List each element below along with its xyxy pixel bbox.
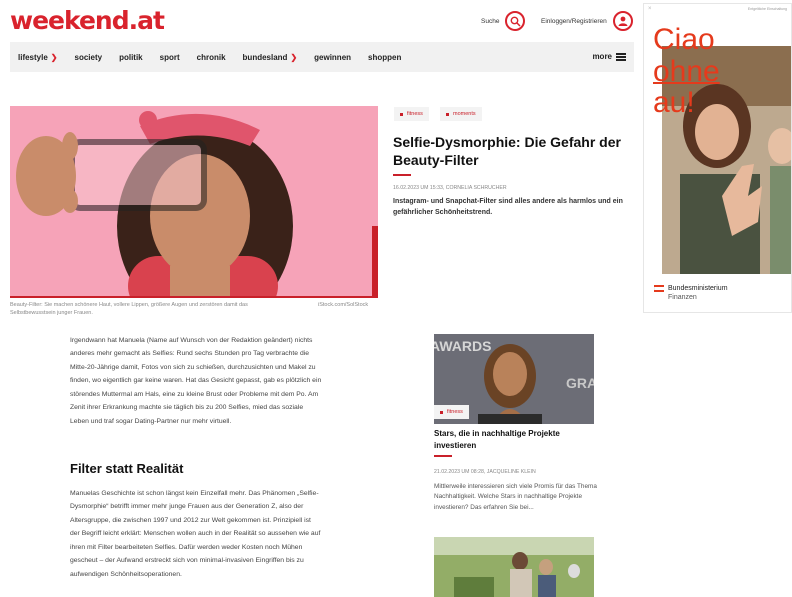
menu-icon: [616, 52, 626, 62]
related-tag-fitness[interactable]: fitness: [434, 405, 469, 419]
nav-item-bundesland[interactable]: bundesland ❯: [243, 53, 298, 62]
article-paragraph-1: Irgendwann hat Manuela (Name auf Wunsch …: [70, 337, 322, 425]
login-button[interactable]: Einloggen/Registrieren: [541, 11, 633, 31]
gra-backdrop-text: GRA: [566, 375, 594, 391]
nav-more-button[interactable]: more: [592, 52, 626, 62]
nav-item-sport[interactable]: sport: [160, 53, 180, 62]
hero-accent-bar: [372, 226, 378, 296]
tag-bullet: [400, 112, 403, 116]
search-label: Suche: [481, 17, 500, 25]
article-subheading: Filter statt Realität: [70, 461, 184, 476]
site-logo[interactable]: weekend.at: [10, 6, 165, 35]
related-image-2-illustration: [434, 537, 594, 597]
ad-ministry-name: Bundesministerium: [668, 285, 728, 292]
nav-label: gewinnen: [314, 52, 352, 62]
ad-headline: Ciao ohne au!: [653, 24, 720, 119]
ad-line-3: au!: [653, 86, 695, 119]
nav-item-politik[interactable]: politik: [119, 53, 143, 62]
nav-label: sport: [159, 52, 180, 62]
title-underline: [393, 174, 411, 176]
related-article-image-2[interactable]: [434, 537, 594, 597]
tag-label: fitness: [407, 111, 423, 117]
tag-bullet: [446, 112, 449, 116]
main-navigation: lifestyle ❯ society politik sport chronik…: [10, 42, 634, 72]
nav-item-lifestyle[interactable]: lifestyle ❯: [18, 53, 58, 62]
nav-item-society[interactable]: society: [75, 53, 103, 62]
nav-label: shoppen: [368, 52, 402, 62]
nav-label: bundesland: [242, 52, 288, 62]
tag-moments[interactable]: moments: [440, 107, 482, 121]
hero-illustration: [10, 106, 378, 296]
ad-ministry-sub: Finanzen: [668, 294, 697, 302]
nav-label: politik: [119, 52, 143, 62]
related-title-underline: [434, 455, 452, 457]
advertisement[interactable]: × Entgeltliche Einschaltung Ciao ohne au…: [643, 3, 792, 313]
nav-label: lifestyle: [18, 52, 48, 62]
logo-domain: .at: [128, 6, 165, 35]
tag-fitness[interactable]: fitness: [394, 107, 429, 121]
nav-label: chronik: [196, 52, 226, 62]
image-caption: Beauty-Filter: Sie machen schönere Haut,…: [10, 302, 248, 316]
nav-label: society: [74, 52, 103, 62]
chevron-down-icon: ❯: [50, 52, 58, 62]
tag-bullet: [440, 410, 443, 414]
article-meta: 16.02.2023 UM 15:33, CORNELIA SCHRUCHER: [393, 185, 507, 191]
logo-text: weekend: [10, 6, 130, 35]
article-hero-image: [10, 106, 378, 298]
search-icon: [505, 11, 526, 31]
login-label: Einloggen/Registrieren: [541, 17, 607, 25]
related-article-teaser: Mittlerweile interessieren sich viele Pr…: [434, 483, 597, 511]
ad-label: Entgeltliche Einschaltung: [747, 7, 787, 11]
ad-close-icon[interactable]: ×: [648, 6, 652, 12]
austria-flag-icon: [654, 285, 664, 292]
chevron-down-icon: ❯: [290, 52, 298, 62]
tag-label: fitness: [447, 409, 463, 415]
related-article-meta: 21.02.2023 UM 08:28, JACQUELINE KLEIN: [434, 469, 536, 475]
article-paragraph-2: Manuelas Geschichte ist schon längst kei…: [70, 490, 321, 578]
article-title: Selfie-Dysmorphie: Die Gefahr der Beauty…: [393, 134, 621, 168]
article-lead: Instagram- und Snapchat-Filter sind alle…: [393, 198, 623, 216]
nav-item-gewinnen[interactable]: gewinnen: [314, 53, 351, 62]
awards-backdrop-text: AWARDS: [434, 338, 491, 354]
user-icon: [612, 11, 633, 31]
image-credit: iStock.com/SolStock: [318, 302, 369, 308]
ad-line-2: ohne: [653, 54, 720, 88]
nav-more-label: more: [592, 52, 612, 62]
nav-item-chronik[interactable]: chronik: [197, 53, 226, 62]
related-article-title[interactable]: Stars, die in nachhaltige Projekte inves…: [434, 428, 599, 451]
nav-item-shoppen[interactable]: shoppen: [368, 53, 401, 62]
ad-line-1: Ciao: [653, 23, 715, 56]
tag-label: moments: [453, 111, 476, 117]
ad-sponsor: Bundesministerium Finanzen: [668, 284, 728, 303]
search-button[interactable]: Suche: [481, 11, 526, 31]
